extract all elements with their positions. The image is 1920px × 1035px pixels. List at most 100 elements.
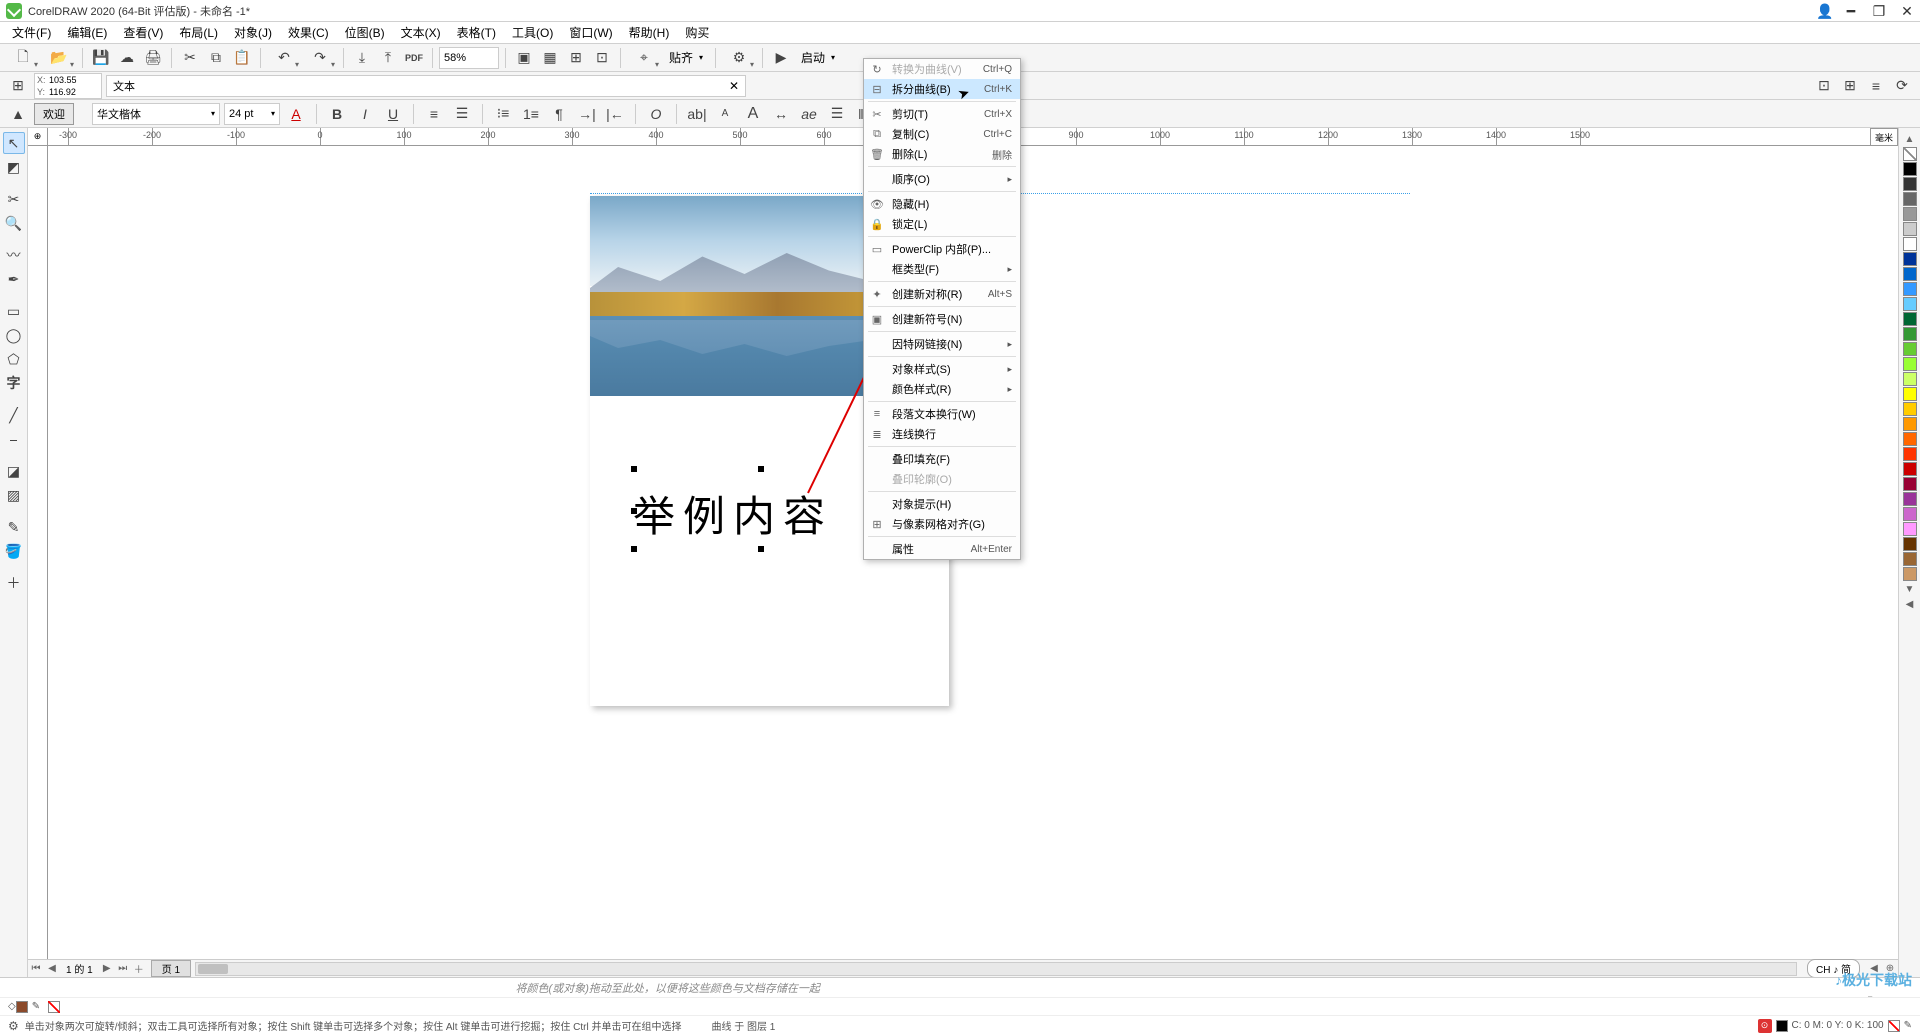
last-page-icon[interactable]: ⏭ [115,963,131,974]
menu-effects[interactable]: 效果(C) [280,22,337,43]
color-swatch[interactable] [1903,432,1917,446]
bold-button[interactable]: B [325,102,349,126]
shape-tool[interactable]: ◩ [3,156,25,178]
font-color-icon[interactable]: A [284,102,308,126]
prop-btn-3[interactable]: ≡ [1864,74,1888,98]
opentype-icon[interactable]: O [644,102,668,126]
export-button[interactable]: ⤒ [376,46,400,70]
context-menu-item[interactable]: 🔒锁定(L) [864,214,1020,234]
context-menu-item[interactable]: ⊞与像素网格对齐(G) [864,514,1020,534]
color-swatch[interactable] [1903,267,1917,281]
account-icon[interactable]: 👤 [1816,4,1830,18]
coord-box[interactable]: X:103.55 Y:116.92 [34,73,102,99]
selection-handle[interactable] [631,508,637,514]
menu-help[interactable]: 帮助(H) [621,22,678,43]
columns-icon[interactable]: ☰ [825,102,849,126]
context-menu-item[interactable]: ≡段落文本换行(W) [864,404,1020,424]
zoom-select[interactable] [439,47,499,69]
current-fill-swatch[interactable] [1776,1020,1788,1032]
prev-page-icon[interactable]: ◀ [44,963,60,974]
launch-icon[interactable]: ▶ [769,46,793,70]
welcome-tab[interactable]: 欢迎 [34,103,74,125]
color-swatch[interactable] [1903,567,1917,581]
context-menu-item[interactable]: ✂剪切(T)Ctrl+X [864,104,1020,124]
large-a-icon[interactable]: A [741,102,765,126]
context-menu-item[interactable]: 顺序(O) [864,169,1020,189]
ruler-unit[interactable]: 毫米 [1870,128,1898,146]
fullscreen-button[interactable]: ▣ [512,46,536,70]
kerning-icon[interactable]: ↔ [769,102,793,126]
add-tool-icon[interactable]: ＋ [3,572,25,594]
object-type-field[interactable]: 文本 ✕ [106,75,746,97]
current-outline-swatch[interactable] [1888,1020,1900,1032]
menu-window[interactable]: 窗口(W) [561,22,620,43]
color-swatch[interactable] [1903,417,1917,431]
context-menu-item[interactable]: 对象样式(S) [864,359,1020,379]
show-grid-button[interactable]: ⊞ [564,46,588,70]
page-tab[interactable]: 页 1 [151,960,191,977]
save-button[interactable]: 💾 [89,46,113,70]
color-swatch[interactable] [1903,222,1917,236]
pick-tool[interactable]: ↖ [3,132,25,154]
menu-bitmap[interactable]: 位图(B) [337,22,393,43]
color-swatch[interactable] [1903,192,1917,206]
open-button[interactable]: 📂 [42,46,76,70]
prop-btn-4[interactable]: ⟳ [1890,74,1914,98]
color-swatch[interactable] [1903,357,1917,371]
menu-buy[interactable]: 购买 [677,22,717,43]
eyedropper-tool[interactable]: ✎ [3,516,25,538]
font-size-select[interactable]: 24 pt [224,103,280,125]
context-menu-item[interactable]: ≣连线换行 [864,424,1020,444]
menu-layout[interactable]: 布局(L) [171,22,226,43]
color-swatch[interactable] [1903,372,1917,386]
horizontal-scrollbar[interactable] [195,962,1797,976]
context-menu-item[interactable]: 颜色样式(R) [864,379,1020,399]
pdf-button[interactable]: PDF [402,46,426,70]
undo-button[interactable]: ↶ [267,46,301,70]
vertical-ruler[interactable] [28,146,48,977]
color-swatch[interactable] [1903,282,1917,296]
color-swatch[interactable] [1903,297,1917,311]
new-button[interactable]: 🗋 [6,46,40,70]
context-menu-item[interactable]: 因特网链接(N) [864,334,1020,354]
ligature-icon[interactable]: ae [797,102,821,126]
fill-tool[interactable]: 🪣 [3,540,25,562]
show-guides-button[interactable]: ⊡ [590,46,614,70]
freehand-tool[interactable]: 〰 [3,244,25,266]
menu-edit[interactable]: 编辑(E) [59,22,115,43]
ruler-origin-icon[interactable]: ⊕ [28,128,48,146]
context-menu-item[interactable]: ▣创建新符号(N) [864,309,1020,329]
snap-flyout-icon[interactable]: ⌖ [627,46,661,70]
dropcap-icon[interactable]: ¶ [547,102,571,126]
color-swatch[interactable] [1903,177,1917,191]
selection-handle[interactable] [631,466,637,472]
copy-button[interactable]: ⧉ [204,46,228,70]
crop-tool[interactable]: ✂ [3,188,25,210]
minimize-button[interactable]: ━ [1844,4,1858,18]
font-family-select[interactable]: 华文楷体 [92,103,220,125]
color-swatch[interactable] [1903,342,1917,356]
context-menu-item[interactable]: 属性Alt+Enter [864,539,1020,559]
menu-tools[interactable]: 工具(O) [504,22,561,43]
zoom-tool[interactable]: 🔍 [3,212,25,234]
context-menu-item[interactable]: ⧉复制(C)Ctrl+C [864,124,1020,144]
gear-icon[interactable]: ⚙ [8,1019,19,1033]
options-button[interactable]: ⚙ [722,46,756,70]
object-origin-icon[interactable]: ⊞ [6,74,30,98]
add-page-icon[interactable]: ＋ [131,961,147,976]
context-menu-item[interactable]: 👁隐藏(H) [864,194,1020,214]
palette-up-icon[interactable]: ▲ [1905,134,1915,145]
parallel-dim-tool[interactable]: ╱ [3,404,25,426]
dropshadow-tool[interactable]: ◪ [3,460,25,482]
outline-swatch[interactable] [48,1001,60,1013]
selection-handle[interactable] [758,546,764,552]
menu-table[interactable]: 表格(T) [449,22,504,43]
context-menu-item[interactable]: 叠印填充(F) [864,449,1020,469]
color-swatch[interactable] [1903,537,1917,551]
context-menu-item[interactable]: 框类型(F) [864,259,1020,279]
color-swatch[interactable] [1903,387,1917,401]
color-swatch[interactable] [1903,492,1917,506]
next-page-icon[interactable]: ▶ [99,963,115,974]
underline-button[interactable]: U [381,102,405,126]
color-swatch[interactable] [1903,312,1917,326]
